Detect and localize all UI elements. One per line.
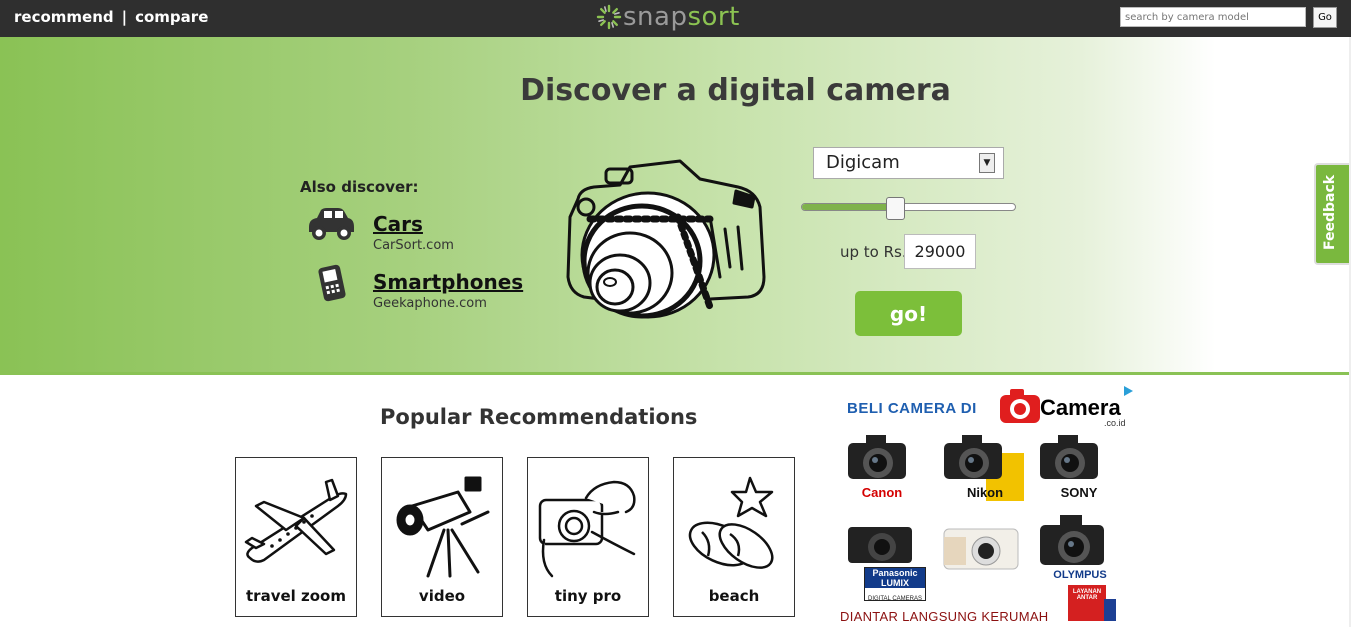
panasonic-lumix-badge: Panasonic LUMIX DIGITAL CAMERAS bbox=[864, 567, 926, 602]
carsort-site: CarSort.com bbox=[373, 238, 454, 253]
hero-title: Discover a digital camera bbox=[520, 73, 951, 108]
dslr-camera-icon bbox=[1040, 435, 1098, 479]
delivery-truck-icon: LAYANAN ANTAR bbox=[1054, 585, 1118, 627]
truck-text: LAYANAN ANTAR bbox=[1072, 589, 1102, 601]
sony-label: SONY bbox=[1060, 485, 1098, 500]
ad-canon-camera: Canon bbox=[846, 433, 918, 503]
nav-recommend-link[interactable]: recommend bbox=[14, 8, 114, 26]
aperture-logo-icon bbox=[596, 4, 622, 30]
car-icon[interactable] bbox=[305, 205, 357, 241]
video-camera-icon bbox=[396, 476, 490, 578]
ad-white-camera bbox=[942, 523, 1019, 583]
ad-panasonic-camera: Panasonic LUMIX DIGITAL CAMERAS bbox=[846, 523, 926, 603]
snapsort-logo[interactable]: snapsort bbox=[595, 2, 740, 32]
price-limit-label: up to Rs. bbox=[840, 243, 907, 261]
camera-logo-icon bbox=[1000, 389, 1040, 423]
card-label: tiny pro bbox=[554, 587, 622, 605]
smartphones-link[interactable]: Smartphones bbox=[373, 270, 523, 294]
camera-type-value: Digicam bbox=[826, 152, 900, 173]
ad-olympus-camera: OLYMPUS bbox=[1038, 511, 1110, 591]
cars-link[interactable]: Cars bbox=[373, 212, 454, 236]
popular-recommendations-title: Popular Recommendations bbox=[380, 405, 698, 429]
airplane-icon bbox=[244, 478, 348, 563]
dslr-camera-icon bbox=[1040, 515, 1104, 565]
card-label: video bbox=[418, 587, 466, 605]
search-go-button[interactable]: Go bbox=[1313, 7, 1337, 28]
recommendation-card-travel-zoom[interactable]: travel zoom bbox=[235, 457, 357, 617]
ad-headline: BELI CAMERA DI bbox=[847, 400, 977, 417]
camera-type-select[interactable]: Digicam ▼ bbox=[813, 147, 1004, 179]
go-button[interactable]: go! bbox=[855, 291, 962, 336]
adchoices-icon[interactable] bbox=[1122, 385, 1134, 397]
olympus-label: OLYMPUS bbox=[1053, 569, 1107, 581]
recommendation-card-video[interactable]: video bbox=[381, 457, 503, 617]
main-nav: recommend | compare bbox=[14, 8, 208, 26]
also-discover-label: Also discover: bbox=[300, 178, 419, 196]
recommendation-card-beach[interactable]: beach bbox=[673, 457, 795, 617]
hand-holding-camera-icon bbox=[538, 480, 636, 578]
dslr-camera-illustration bbox=[566, 159, 766, 319]
flip-flops-starfish-icon bbox=[688, 476, 774, 569]
mirrorless-camera-icon bbox=[848, 527, 912, 563]
feedback-tab[interactable]: Feedback bbox=[1314, 163, 1351, 265]
geekaphone-site: Geekaphone.com bbox=[373, 296, 487, 311]
dslr-camera-icon bbox=[848, 435, 906, 479]
price-slider-track[interactable] bbox=[801, 203, 1016, 211]
ad-footer-text: DIANTAR LANGSUNG KERUMAH bbox=[840, 609, 1049, 624]
discover-smartphones: Smartphones Geekaphone.com bbox=[373, 270, 523, 311]
card-label: travel zoom bbox=[246, 587, 346, 605]
panasonic-sub-label: DIGITAL CAMERAS bbox=[867, 596, 922, 602]
price-slider-fill bbox=[802, 204, 896, 210]
discover-cars: Cars CarSort.com bbox=[373, 212, 454, 253]
card-label: beach bbox=[708, 587, 760, 605]
ad-brand-domain: .co.id bbox=[1104, 418, 1126, 428]
nav-separator: | bbox=[121, 8, 128, 26]
feedback-label: Feedback bbox=[1322, 174, 1338, 250]
price-input[interactable]: 29000 bbox=[904, 234, 976, 269]
price-slider-handle[interactable] bbox=[885, 197, 905, 220]
camera-search-input[interactable] bbox=[1120, 7, 1306, 27]
dropdown-arrow-icon[interactable]: ▼ bbox=[979, 153, 995, 173]
hero-section: Discover a digital camera Also discover:… bbox=[0, 37, 1351, 375]
nikon-label: Nikon bbox=[966, 485, 1004, 500]
advertisement-banner[interactable]: BELI CAMERA DI Camera .co.id Canon Nikon… bbox=[838, 383, 1138, 627]
ad-sony-camera: SONY bbox=[1038, 433, 1110, 503]
cellphone-icon[interactable] bbox=[318, 264, 348, 302]
nav-compare-link[interactable]: compare bbox=[135, 8, 208, 26]
canon-label: Canon bbox=[861, 485, 903, 500]
recommendation-card-tiny-pro[interactable]: tiny pro bbox=[527, 457, 649, 617]
logo-text: snapsort bbox=[623, 2, 740, 32]
top-bar: recommend | compare snapsort Go bbox=[0, 0, 1351, 37]
mirrorless-camera-icon bbox=[943, 528, 1019, 570]
panasonic-label: Panasonic LUMIX bbox=[865, 568, 925, 588]
ad-nikon-camera: Nikon bbox=[942, 433, 1024, 503]
